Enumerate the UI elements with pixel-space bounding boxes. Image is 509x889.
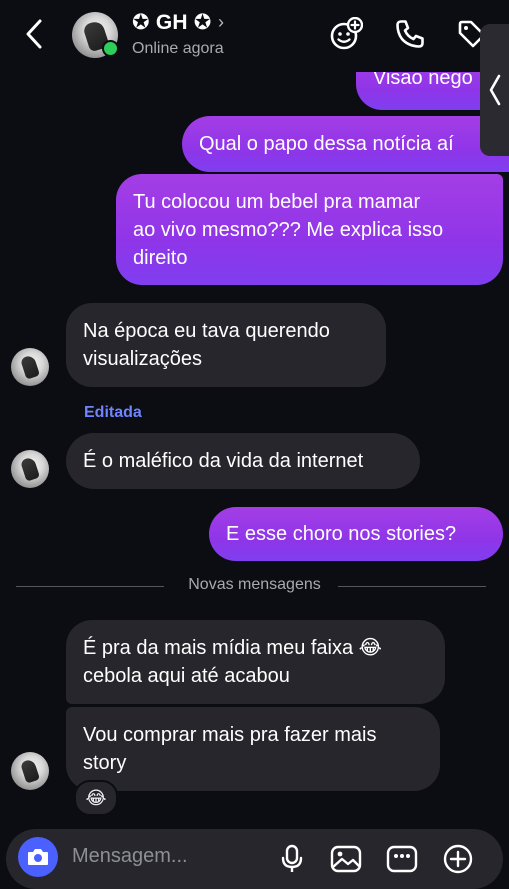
voice-message-button[interactable] <box>276 843 308 875</box>
message-bubble-outgoing[interactable]: Qual o papo dessa notícia aí <box>182 116 509 172</box>
gallery-button[interactable] <box>330 843 362 875</box>
message-bubble-incoming[interactable]: É o maléfico da vida da internet <box>66 433 420 489</box>
sender-avatar[interactable] <box>11 752 49 790</box>
camera-icon <box>28 849 48 865</box>
sender-avatar[interactable] <box>11 348 49 386</box>
camera-button[interactable] <box>18 837 58 877</box>
new-messages-divider: Novas mensagens <box>188 576 321 593</box>
edited-label: Editada <box>84 404 142 421</box>
back-button[interactable] <box>16 14 52 54</box>
sticker-icon <box>386 845 418 873</box>
sender-avatar[interactable] <box>11 450 49 488</box>
back-icon <box>26 19 42 49</box>
message-composer: Mensagem... <box>6 829 503 889</box>
message-bubble-incoming[interactable]: Vou comprar mais pra fazer mais story <box>66 707 440 791</box>
avatar-sticker-button[interactable] <box>328 16 364 52</box>
message-bubble-outgoing[interactable]: Tu colocou um bebel pra mamar ao vivo me… <box>116 174 503 285</box>
add-button[interactable] <box>442 843 474 875</box>
gallery-icon <box>330 845 362 873</box>
message-bubble-incoming[interactable]: É pra da mais mídia meu faixa 😂 cebola a… <box>66 620 445 704</box>
contact-status: Online agora <box>132 40 224 57</box>
call-button[interactable] <box>392 16 428 52</box>
side-tab-chevron-icon <box>489 74 500 106</box>
add-icon <box>443 844 473 874</box>
contact-chevron-icon[interactable]: › <box>218 12 224 33</box>
sticker-button[interactable] <box>386 843 418 875</box>
chat-header: ✪ GH ✪ › Online agora <box>0 0 509 72</box>
message-input[interactable]: Mensagem... <box>72 845 188 868</box>
message-bubble-incoming[interactable]: Na época eu tava querendo visualizações <box>66 303 386 387</box>
avatar-sticker-icon <box>330 17 363 50</box>
online-status-dot <box>102 40 119 57</box>
contact-name[interactable]: ✪ GH ✪ <box>132 10 212 35</box>
side-panel-tab[interactable] <box>480 24 509 156</box>
phone-icon <box>396 20 424 48</box>
divider-line-right <box>338 586 486 587</box>
microphone-icon <box>281 844 303 872</box>
message-reaction[interactable]: 😂 <box>74 780 118 816</box>
message-bubble-outgoing[interactable]: E esse choro nos stories? <box>209 507 503 561</box>
message-thread[interactable]: Visão negó Qual o papo dessa notícia aí … <box>0 58 509 828</box>
